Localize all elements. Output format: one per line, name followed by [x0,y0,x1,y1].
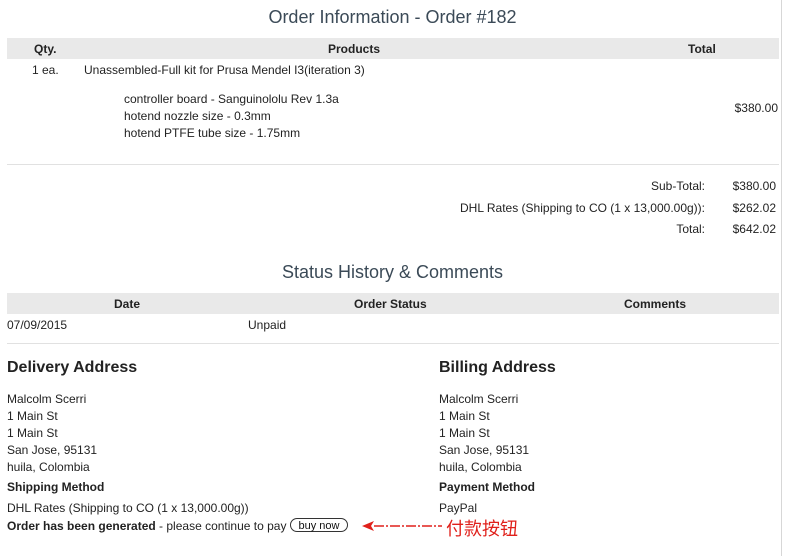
total-label: Total: [676,222,705,236]
billing-line: 1 Main St [439,409,490,423]
delivery-address-title: Delivery Address [7,359,138,376]
status-value: Unpaid [248,318,287,332]
delivery-line: huila, Colombia [7,460,90,474]
shipping-method: DHL Rates (Shipping to CO (1 x 13,000.00… [7,501,249,515]
col-qty: Qty. [34,42,57,56]
delivery-line: 1 Main St [7,409,58,423]
delivery-line: San Jose, 95131 [7,443,98,457]
col-date: Date [114,297,141,311]
payment-method-title: Payment Method [439,480,536,494]
total-value: $642.02 [732,222,776,236]
col-comments: Comments [624,297,687,311]
col-order-status: Order Status [354,297,427,311]
item-option: hotend nozzle size - 0.3mm [124,109,271,123]
subtotal-value: $380.00 [732,179,776,193]
annotation-arrow [362,521,442,531]
products-table-header: Qty. Products Total [7,38,779,59]
billing-address-title: Billing Address [439,359,556,376]
item-option: hotend PTFE tube size - 1.75mm [124,126,301,140]
shipping-method-title: Shipping Method [7,480,105,494]
divider [7,343,779,344]
billing-line: Malcolm Scerri [439,392,519,406]
shipping-label: DHL Rates (Shipping to CO (1 x 13,000.00… [459,201,705,215]
billing-line: 1 Main St [439,426,490,440]
col-total: Total [688,42,716,56]
col-products: Products [328,42,381,56]
payment-method: PayPal [439,501,478,515]
item-option: controller board - Sanguinololu Rev 1.3a [124,92,339,106]
order-title: Order Information - Order #182 [268,7,517,27]
buy-now-button[interactable]: buy now [290,518,348,532]
status-title: Status History & Comments [281,262,504,282]
billing-line: huila, Colombia [439,460,522,474]
billing-line: San Jose, 95131 [439,443,530,457]
delivery-line: 1 Main St [7,426,58,440]
status-table-header: Date Order Status Comments [7,293,779,314]
item-name: Unassembled-Full kit for Prusa Mendel I3… [84,63,365,77]
order-note: Order has been generated - please contin… [7,519,286,533]
divider [7,164,779,165]
status-date: 07/09/2015 [7,318,68,332]
order-note-bold: Order has been generated [7,519,156,533]
item-price: $380.00 [734,101,778,115]
annotation-label: 付款按钮 [446,519,518,540]
order-note-text: - please continue to pay [155,519,287,533]
shipping-value: $262.02 [732,201,776,215]
item-qty: 1 ea. [32,63,59,77]
delivery-line: Malcolm Scerri [7,392,87,406]
subtotal-label: Sub-Total: [650,179,705,193]
